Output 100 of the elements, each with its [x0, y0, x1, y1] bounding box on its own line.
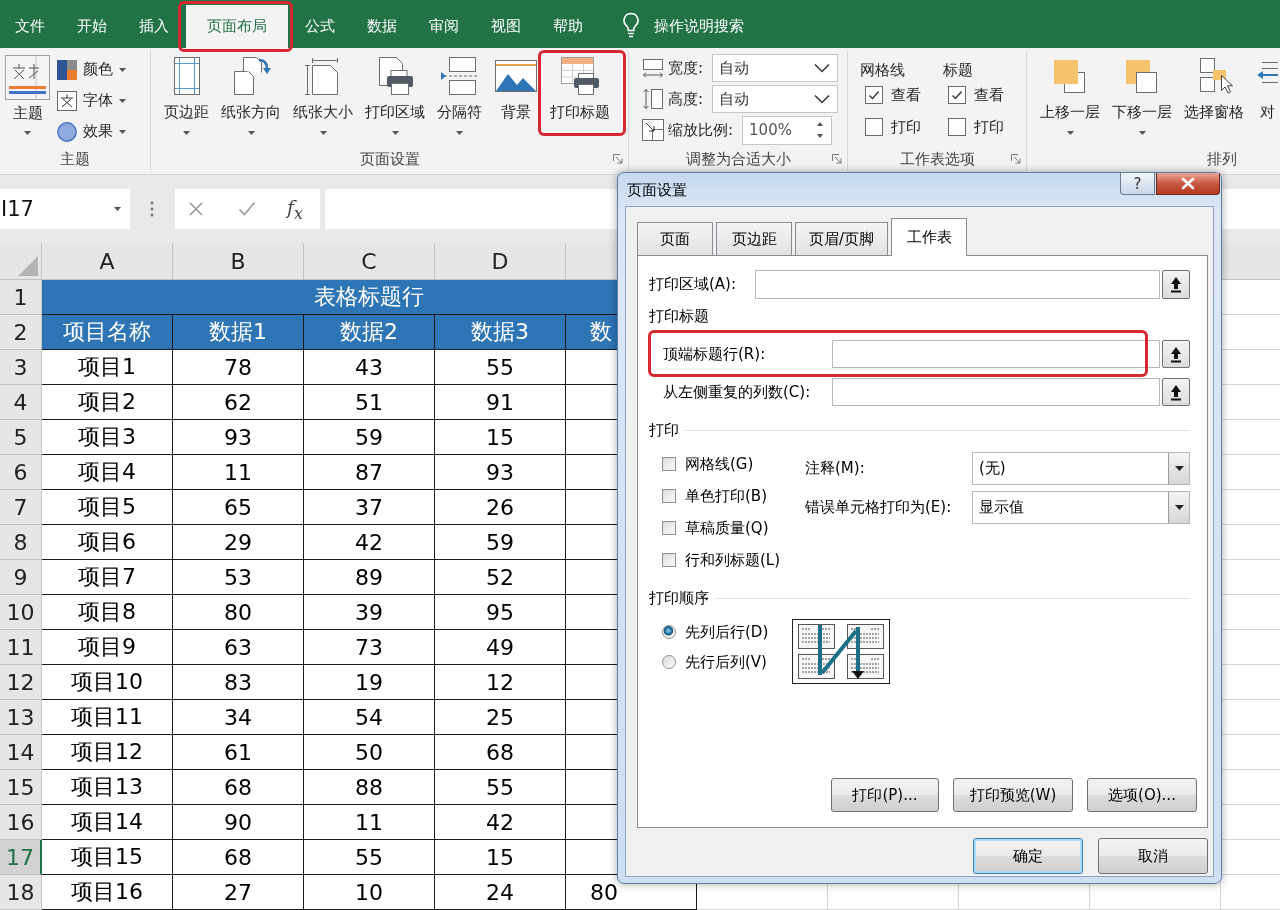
- row-header[interactable]: 13: [0, 700, 42, 735]
- table-cell: 63: [173, 630, 304, 665]
- header-cell: 数据2: [304, 315, 435, 350]
- dialog-button[interactable]: 选项(O)...: [1087, 778, 1197, 812]
- table-cell: 24: [435, 875, 566, 910]
- column-header[interactable]: C: [304, 243, 435, 280]
- dropdown-field[interactable]: 自动: [712, 54, 839, 82]
- ribbon-tab[interactable]: 开始: [62, 5, 122, 48]
- dropdown-field[interactable]: (无): [972, 452, 1190, 485]
- ribbon-tab[interactable]: 页面布局: [186, 5, 288, 48]
- checkbox[interactable]: [662, 553, 676, 567]
- ribbon-button[interactable]: 纸张方向: [218, 51, 284, 135]
- collapse-button[interactable]: [1162, 378, 1190, 406]
- dropdown-button[interactable]: [1168, 453, 1189, 484]
- launcher-icon[interactable]: [832, 154, 842, 164]
- dropdown-button[interactable]: [1168, 492, 1189, 523]
- ribbon-button[interactable]: 打印区域: [362, 51, 428, 135]
- table-cell: 55: [304, 840, 435, 875]
- ribbon-button[interactable]: 打印标题: [547, 51, 613, 121]
- check-icon[interactable]: [238, 201, 256, 217]
- row-header[interactable]: 6: [0, 455, 42, 490]
- checkbox[interactable]: [865, 86, 883, 104]
- row-header[interactable]: 16: [0, 805, 42, 840]
- arrow-up-icon: [1170, 383, 1182, 401]
- row-header[interactable]: 8: [0, 525, 42, 560]
- table-cell: 80: [590, 879, 618, 905]
- row-header[interactable]: 9: [0, 560, 42, 595]
- table-cell: 34: [173, 700, 304, 735]
- row-header[interactable]: 1: [0, 280, 42, 315]
- row-header[interactable]: 3: [0, 350, 42, 385]
- checkbox[interactable]: [662, 489, 676, 503]
- dropdown-field[interactable]: 显示值: [972, 491, 1190, 524]
- collapse-button[interactable]: [1162, 270, 1190, 299]
- row-header[interactable]: 15: [0, 770, 42, 805]
- checkbox[interactable]: [662, 457, 676, 471]
- checkbox[interactable]: [662, 521, 676, 535]
- ribbon-button[interactable]: 分隔符: [434, 51, 485, 135]
- ribbon-button[interactable]: 效果: [57, 116, 126, 147]
- ribbon-tab[interactable]: 插入: [124, 5, 184, 48]
- row-header[interactable]: 18: [0, 875, 42, 910]
- row-header[interactable]: 17: [0, 840, 42, 875]
- ribbon-tab[interactable]: 审阅: [414, 5, 474, 48]
- ribbon-button[interactable]: 选择窗格: [1181, 51, 1247, 121]
- dialog-tab[interactable]: 页面: [637, 222, 713, 255]
- row-header[interactable]: 11: [0, 630, 42, 665]
- ribbon-button[interactable]: 页边距: [161, 51, 212, 135]
- radio-button[interactable]: [662, 655, 676, 669]
- radio-button[interactable]: [662, 625, 676, 639]
- column-header[interactable]: A: [42, 243, 173, 280]
- lightbulb-icon[interactable]: [622, 12, 640, 38]
- ribbon-button[interactable]: 上移一层: [1037, 51, 1103, 135]
- dialog-tab[interactable]: 页眉/页脚: [795, 222, 889, 255]
- row-header[interactable]: 14: [0, 735, 42, 770]
- row-header[interactable]: 7: [0, 490, 42, 525]
- ribbon-tab[interactable]: 视图: [476, 5, 536, 48]
- ribbon-tab[interactable]: 帮助: [538, 5, 598, 48]
- ribbon-button[interactable]: 纸张大小: [290, 51, 356, 135]
- theme-button[interactable]: 主题: [0, 51, 55, 135]
- ribbon-tab[interactable]: 数据: [352, 5, 412, 48]
- spin-field[interactable]: 100%: [742, 115, 833, 145]
- ribbon-button[interactable]: 字体: [57, 85, 126, 116]
- range-field[interactable]: [832, 340, 1160, 368]
- cancel-icon[interactable]: [188, 201, 204, 217]
- insert-function-button[interactable]: f$_{x}$: [287, 195, 303, 223]
- ribbon-tab[interactable]: 文件: [0, 5, 60, 48]
- ribbon-tab[interactable]: 公式: [290, 5, 350, 48]
- checkbox[interactable]: [948, 86, 966, 104]
- dialog-button[interactable]: 取消: [1098, 838, 1208, 874]
- ribbon-button[interactable]: 背景: [491, 51, 541, 121]
- row-header[interactable]: 12: [0, 665, 42, 700]
- launcher-icon[interactable]: [613, 154, 623, 164]
- collapse-button[interactable]: [1162, 340, 1190, 368]
- close-button[interactable]: [1156, 173, 1220, 195]
- row-header[interactable]: 5: [0, 420, 42, 455]
- column-header[interactable]: B: [173, 243, 304, 280]
- theme-icon: [5, 55, 50, 100]
- range-field[interactable]: [832, 378, 1160, 406]
- checkbox[interactable]: [865, 118, 883, 136]
- column-header[interactable]: D: [435, 243, 566, 280]
- dialog-button[interactable]: 确定: [973, 838, 1083, 874]
- height-icon: [641, 87, 665, 111]
- row-header[interactable]: 2: [0, 315, 42, 350]
- ribbon-button[interactable]: 下移一层: [1109, 51, 1175, 135]
- row-header[interactable]: 10: [0, 595, 42, 630]
- launcher-icon[interactable]: [1011, 154, 1021, 164]
- help-button[interactable]: ?: [1120, 173, 1155, 195]
- table-cell: 项目2: [42, 385, 173, 420]
- dialog-tab[interactable]: 页边距: [716, 222, 792, 255]
- checkbox[interactable]: [948, 118, 966, 136]
- range-field[interactable]: [755, 270, 1160, 299]
- ribbon-button[interactable]: 颜色: [57, 54, 126, 85]
- row-header[interactable]: 4: [0, 385, 42, 420]
- dropdown-field[interactable]: 自动: [712, 85, 839, 113]
- tell-me-search[interactable]: 操作说明搜索: [654, 5, 744, 48]
- dialog-button[interactable]: 打印(P)...: [831, 778, 939, 812]
- table-cell: 项目15: [42, 840, 173, 875]
- ribbon-button[interactable]: 对: [1253, 51, 1280, 121]
- dialog-button[interactable]: 打印预览(W): [953, 778, 1073, 812]
- name-box[interactable]: I17: [0, 189, 130, 229]
- dialog-tab[interactable]: 工作表: [891, 218, 968, 256]
